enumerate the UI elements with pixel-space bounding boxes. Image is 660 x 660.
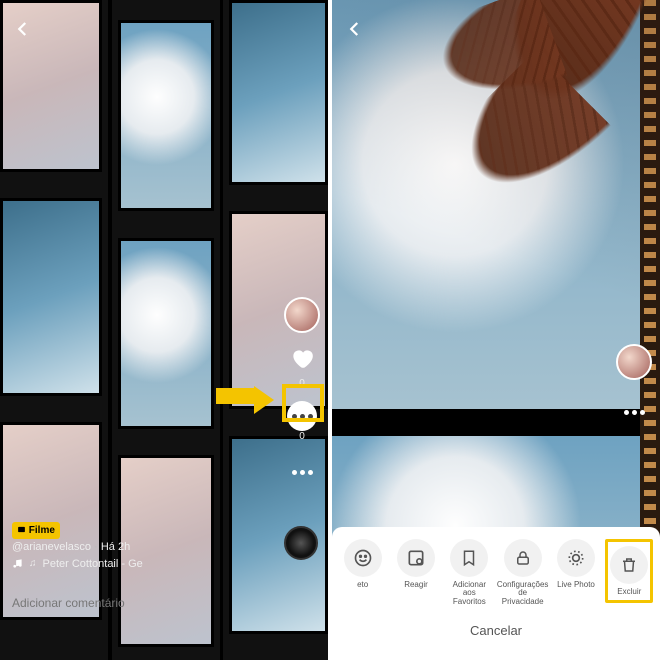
heart-icon: [289, 345, 315, 378]
action-sheet: eto Reagir Adicionar aos Favoritos: [332, 527, 660, 660]
highlight-more: [282, 384, 324, 422]
more-button[interactable]: [284, 454, 320, 490]
side-actions-right: [616, 344, 652, 430]
sheet-label: Live Photo: [557, 581, 595, 590]
music-title: Peter Cottontail - Ge: [43, 556, 143, 573]
screen-left: 0 0 Filme @: [0, 0, 330, 660]
lock-icon: [504, 539, 542, 577]
sheet-label: Reagir: [404, 581, 428, 590]
smile-icon: [344, 539, 382, 577]
more-button[interactable]: [616, 394, 652, 430]
sheet-label: Adicionar aos Favoritos: [445, 581, 493, 607]
back-icon[interactable]: [346, 20, 364, 44]
add-comment[interactable]: Adicionar comentário: [12, 596, 125, 610]
filme-badge: Filme: [12, 522, 60, 539]
sheet-label: Configurações de Privacidade: [497, 581, 549, 607]
music-row[interactable]: ♫ Peter Cottontail - Ge: [12, 556, 143, 573]
react-icon: [397, 539, 435, 577]
sheet-row: eto Reagir Adicionar aos Favoritos: [336, 539, 656, 607]
more-icon: [292, 470, 313, 475]
music-disc[interactable]: [284, 526, 318, 560]
tutorial-container: 0 0 Filme @: [0, 0, 660, 660]
sheet-label: eto: [357, 581, 368, 590]
back-icon[interactable]: [14, 20, 32, 44]
avatar[interactable]: [284, 297, 320, 333]
cancel-button[interactable]: Cancelar: [336, 623, 656, 638]
comment-count: 0: [287, 431, 317, 442]
badge-label: Filme: [29, 525, 55, 536]
music-icon: [12, 558, 23, 569]
sheet-item-eto[interactable]: eto: [339, 539, 387, 590]
avatar[interactable]: [616, 344, 652, 380]
screen-right: eto Reagir Adicionar aos Favoritos: [330, 0, 660, 660]
sheet-item-livephoto[interactable]: Live Photo: [552, 539, 600, 590]
sheet-item-excluir[interactable]: Excluir: [605, 539, 653, 604]
sheet-item-favoritos[interactable]: Adicionar aos Favoritos: [445, 539, 493, 607]
arrow-annotation: [216, 386, 274, 414]
sheet-label: Excluir: [617, 588, 641, 597]
trash-icon: [610, 546, 648, 584]
username[interactable]: @arianevelasco: [12, 541, 91, 553]
timestamp: Há 2h: [101, 541, 130, 553]
livephoto-icon: [557, 539, 595, 577]
like-button[interactable]: 0: [289, 345, 315, 389]
sheet-item-reagir[interactable]: Reagir: [392, 539, 440, 590]
sheet-item-privacidade[interactable]: Configurações de Privacidade: [499, 539, 547, 607]
more-icon: [624, 410, 645, 415]
video-meta: Filme @arianevelasco · Há 2h ♫ Peter Cot…: [12, 522, 143, 572]
bookmark-icon: [450, 539, 488, 577]
